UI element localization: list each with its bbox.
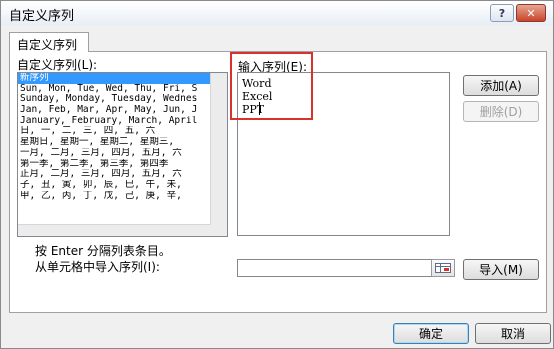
tab-label: 自定义序列 [17, 38, 78, 52]
ok-button[interactable]: 确定 [393, 323, 469, 344]
list-item[interactable]: 甲, 乙, 丙, 丁, 戊, 己, 庚, 辛, [18, 191, 227, 202]
title-bar: 自定义序列 ? ✕ [1, 1, 553, 25]
custom-list-box[interactable]: 新序列 Sun, Mon, Tue, Wed, Thu, Fri, S Sund… [17, 72, 228, 237]
list-item[interactable]: 一月, 二月, 三月, 四月, 五月, 六 [18, 148, 227, 159]
list-item[interactable]: 星期日, 星期一, 星期二, 星期三, [18, 137, 227, 148]
close-icon: ✕ [526, 6, 536, 20]
list-item[interactable]: Sun, Mon, Tue, Wed, Thu, Fri, S [18, 84, 227, 95]
help-button[interactable]: ? [490, 4, 514, 22]
range-picker-button[interactable] [431, 259, 455, 277]
list-item[interactable]: 正月, 二月, 三月, 四月, 五月, 六 [18, 169, 227, 180]
close-button[interactable]: ✕ [516, 4, 546, 22]
list-item[interactable]: 第一季, 第二季, 第三季, 第四季 [18, 159, 227, 170]
import-label: 从单元格中导入序列(I): [35, 260, 160, 274]
list-item[interactable]: 日, 一, 二, 三, 四, 五, 六 [18, 126, 227, 137]
hint-text: 按 Enter 分隔列表条目。 [35, 244, 171, 258]
custom-lists-dialog: 自定义序列 ? ✕ 自定义序列 自定义序列(L): 新序列 Sun, Mon, … [0, 0, 554, 349]
add-button[interactable]: 添加(A) [463, 75, 539, 96]
tab-custom-lists[interactable]: 自定义序列 [9, 32, 89, 52]
list-horizontal-scrollbar[interactable] [18, 224, 211, 236]
import-range-input[interactable] [237, 259, 455, 277]
list-vertical-scrollbar[interactable] [210, 73, 227, 236]
cancel-button[interactable]: 取消 [475, 323, 551, 344]
list-item[interactable]: 子, 丑, 寅, 卯, 辰, 巳, 午, 未, [18, 180, 227, 191]
custom-list-label: 自定义序列(L): [17, 58, 98, 72]
list-item-new[interactable]: 新序列 [18, 73, 210, 84]
delete-button[interactable]: 删除(D) [463, 101, 539, 122]
highlight-box [230, 52, 313, 120]
dialog-title: 自定义序列 [9, 9, 75, 24]
list-item[interactable]: January, February, March, April [18, 116, 227, 127]
range-picker-icon [435, 263, 451, 273]
import-button[interactable]: 导入(M) [463, 259, 539, 280]
list-item[interactable]: Sunday, Monday, Tuesday, Wednes [18, 94, 227, 105]
list-item[interactable]: Jan, Feb, Mar, Apr, May, Jun, J [18, 105, 227, 116]
help-icon: ? [498, 6, 506, 20]
